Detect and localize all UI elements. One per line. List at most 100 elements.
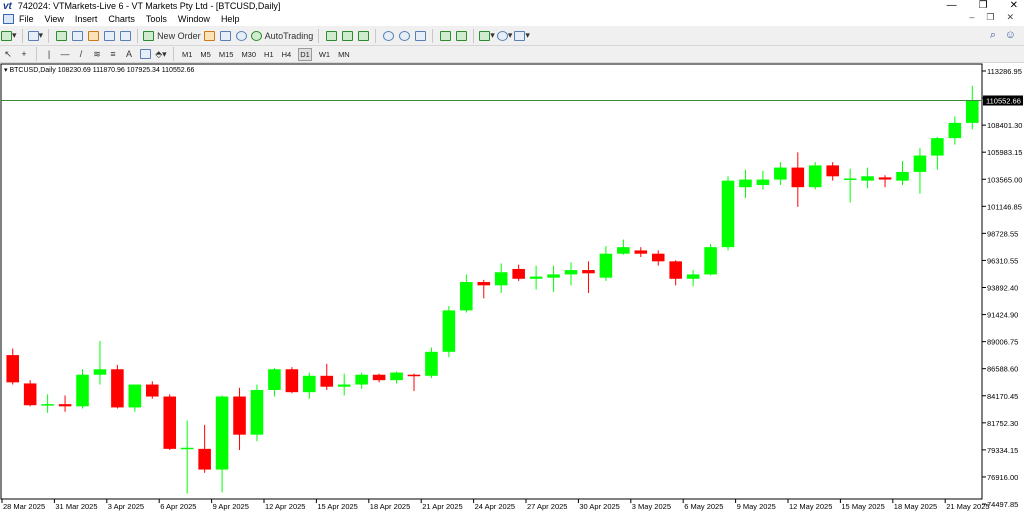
signals-icon — [220, 30, 232, 41]
tile-windows-icon — [414, 30, 426, 41]
price-axis-label: 103565.00 — [987, 175, 1022, 184]
candle-body-bear — [512, 268, 525, 279]
candle-body-bull — [617, 247, 630, 254]
new-order-button[interactable]: New Order — [143, 29, 201, 43]
horizontal-line-button[interactable]: — — [58, 47, 72, 61]
close-button[interactable]: ✕ — [1010, 0, 1018, 11]
auto-scroll-button[interactable] — [438, 29, 452, 43]
chart-shift-button[interactable] — [454, 29, 468, 43]
date-axis-label: 21 Apr 2025 — [422, 502, 462, 511]
menu-charts[interactable]: Charts — [108, 14, 135, 24]
fibonacci-button[interactable]: ≡ — [106, 47, 120, 61]
timeframe-m30[interactable]: M30 — [240, 49, 257, 60]
minimize-button[interactable]: — — [947, 0, 957, 11]
periods-button[interactable]: ▾ — [496, 29, 512, 43]
candlestick-icon — [341, 30, 353, 41]
menu-help[interactable]: Help — [221, 14, 240, 24]
toolbar-separator — [318, 28, 320, 43]
candle-body-bull — [76, 374, 89, 407]
app-logo: vt — [3, 0, 12, 12]
vertical-line-button[interactable]: | — [42, 47, 56, 61]
candle-body-bull — [390, 372, 403, 381]
date-axis-label: 18 Apr 2025 — [370, 502, 410, 511]
data-window-button[interactable] — [70, 29, 84, 43]
window-controls: — ❐ ✕ — [947, 0, 1018, 11]
window-title: 742024: VTMarkets-Live 6 - VT Markets Pt… — [17, 1, 281, 11]
timeframe-h1[interactable]: H1 — [263, 49, 275, 60]
mdi-close-button[interactable]: ✕ — [1006, 12, 1014, 23]
crosshair-button[interactable]: + — [17, 47, 31, 61]
candle-body-bull — [739, 179, 752, 188]
timeframe-mn[interactable]: MN — [337, 49, 351, 60]
candle-body-bull — [355, 374, 368, 385]
mdi-minimize-button[interactable]: – — [969, 12, 974, 23]
candle-body-bear — [477, 282, 491, 286]
zoom-in-button[interactable] — [381, 29, 395, 43]
menu-file[interactable]: File — [19, 14, 34, 24]
chart-menu-icon[interactable]: ▾ — [4, 67, 8, 74]
candle-body-bear — [669, 261, 682, 279]
templates-button[interactable]: ▾ — [514, 29, 530, 43]
candle-body-bear — [878, 177, 892, 180]
timeframe-w1[interactable]: W1 — [318, 49, 331, 60]
menu-tools[interactable]: Tools — [146, 14, 167, 24]
zoom-out-button[interactable] — [397, 29, 411, 43]
cursor-button[interactable]: ↖ — [1, 47, 15, 61]
price-chart[interactable]: 113286.95110869.10108401.30105983.151035… — [0, 63, 1024, 512]
market-button[interactable] — [235, 29, 249, 43]
price-axis-label: 105983.15 — [987, 148, 1022, 157]
autotrading-icon — [250, 30, 262, 41]
title-bar: vt 742024: VTMarkets-Live 6 - VT Markets… — [0, 0, 1024, 12]
navigator-button[interactable] — [86, 29, 100, 43]
timeframe-d1[interactable]: D1 — [298, 47, 312, 61]
timeframe-m1[interactable]: M1 — [181, 49, 193, 60]
arrows-button[interactable]: ⬘▾ — [154, 47, 168, 61]
equidistant-channel-button[interactable]: ≋ — [90, 47, 104, 61]
strategy-tester-button[interactable] — [118, 29, 132, 43]
signals-button[interactable] — [219, 29, 233, 43]
timeframe-m5[interactable]: M5 — [199, 49, 211, 60]
candle-body-bear — [285, 369, 299, 393]
timeframe-h4[interactable]: H4 — [281, 49, 293, 60]
date-axis-label: 12 May 2025 — [789, 502, 832, 511]
candle-body-bull — [442, 310, 456, 352]
date-axis-label: 3 Apr 2025 — [108, 502, 144, 511]
metaeditor-button[interactable] — [203, 29, 217, 43]
document-icon[interactable] — [3, 14, 14, 24]
terminal-button[interactable] — [102, 29, 116, 43]
candle-body-bull — [861, 176, 874, 181]
auto-scroll-icon — [439, 30, 451, 41]
menu-window[interactable]: Window — [178, 14, 210, 24]
candle-body-bear — [651, 253, 665, 262]
timeframe-m15[interactable]: M15 — [218, 49, 235, 60]
candle-body-bull — [494, 272, 508, 286]
date-axis-label: 28 Mar 2025 — [3, 502, 45, 511]
tile-windows-button[interactable] — [413, 29, 427, 43]
bar-chart-button[interactable] — [324, 29, 338, 43]
toolbar-separator — [173, 47, 174, 61]
search-icon[interactable]: ⌕ — [990, 29, 996, 42]
candlestick-button[interactable] — [340, 29, 354, 43]
profile-icon[interactable]: ☺ — [1005, 29, 1016, 41]
candle-body-bear — [233, 396, 246, 435]
text-label-button[interactable] — [138, 47, 152, 61]
line-chart-button[interactable] — [356, 29, 370, 43]
globe-icon — [236, 30, 248, 41]
mdi-restore-button[interactable]: ❐ — [986, 12, 994, 23]
market-watch-button[interactable] — [54, 29, 68, 43]
autotrading-button[interactable]: AutoTrading — [250, 29, 313, 43]
text-button[interactable]: A — [122, 47, 136, 61]
trendline-button[interactable]: / — [74, 47, 88, 61]
chart-area[interactable]: 113286.95110869.10108401.30105983.151035… — [0, 63, 1024, 512]
candle-body-bear — [163, 396, 177, 449]
menu-insert[interactable]: Insert — [75, 14, 98, 24]
menu-view[interactable]: View — [45, 14, 64, 24]
restore-button[interactable]: ❐ — [979, 0, 988, 11]
indicators-icon — [479, 30, 491, 41]
date-axis-label: 31 Mar 2025 — [55, 502, 97, 511]
new-chart-button[interactable]: ▾ — [1, 29, 17, 43]
candle-body-bull — [41, 404, 54, 406]
profiles-button[interactable]: ▾ — [27, 29, 43, 43]
indicators-button[interactable]: ▾ — [479, 29, 495, 43]
date-axis-label: 18 May 2025 — [894, 502, 937, 511]
